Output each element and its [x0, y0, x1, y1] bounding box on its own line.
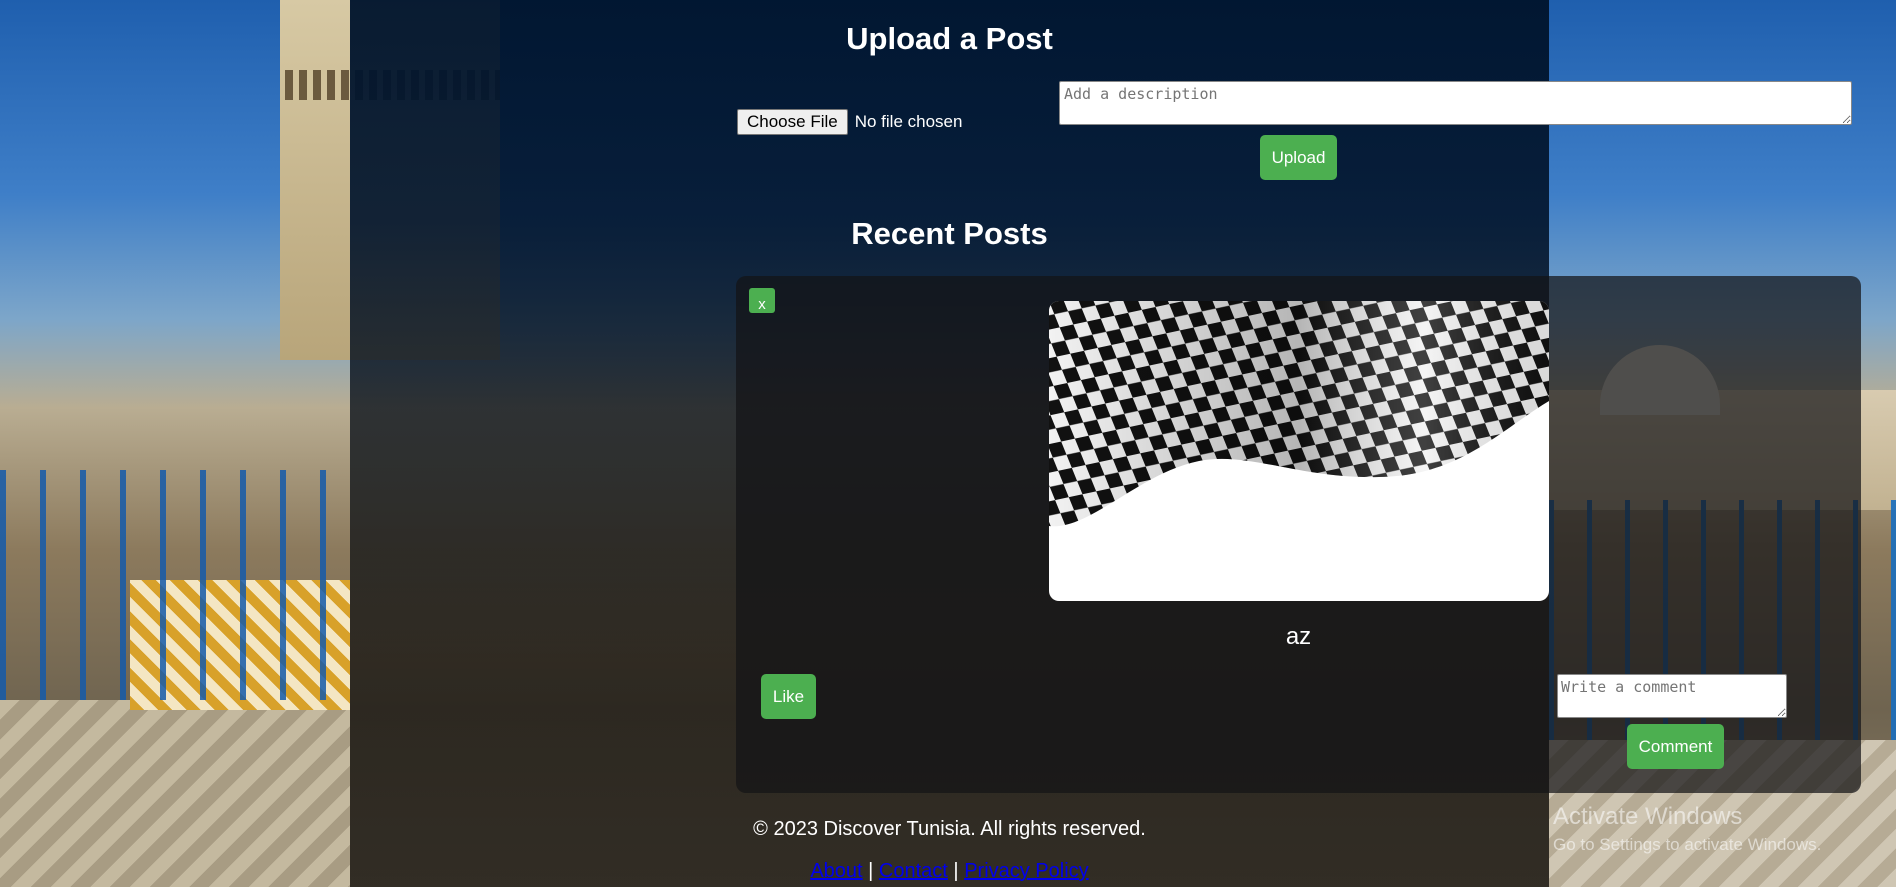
footer-link-about[interactable]: About	[810, 860, 862, 882]
checkered-flag-icon	[1049, 301, 1549, 527]
watermark-subtitle: Go to Settings to activate Windows.	[1553, 835, 1822, 854]
footer-copyright: © 2023 Discover Tunisia. All rights rese…	[753, 818, 1146, 840]
blue-railing-left	[0, 470, 350, 700]
choose-file-button[interactable]: Choose File	[737, 109, 848, 135]
comment-button[interactable]: Comment	[1627, 724, 1724, 769]
file-input[interactable]: Choose File No file chosen	[737, 109, 962, 135]
delete-post-button[interactable]: x	[749, 288, 775, 313]
like-button[interactable]: Like	[761, 674, 816, 719]
post-description: az	[1285, 623, 1312, 650]
upload-title: Upload a Post	[846, 21, 1053, 56]
post-card: x az Like Write a comment Comment	[736, 276, 1861, 793]
watermark-title: Activate Windows	[1553, 803, 1743, 830]
post-image	[1049, 301, 1549, 601]
footer-separator: |	[953, 860, 959, 882]
footer-separator: |	[868, 860, 874, 882]
recent-posts-title: Recent Posts	[851, 216, 1048, 251]
file-status-text: No file chosen	[854, 112, 963, 131]
comment-input[interactable]	[1557, 674, 1787, 718]
tiled-floor-left	[0, 700, 350, 887]
footer-link-privacy[interactable]: Privacy Policy	[964, 860, 1088, 882]
footer-link-contact[interactable]: Contact	[879, 860, 948, 882]
description-input[interactable]	[1059, 81, 1852, 125]
windows-activation-watermark: Activate Windows Go to Settings to activ…	[1553, 803, 1821, 855]
upload-button[interactable]: Upload	[1260, 135, 1337, 180]
main-panel: Upload a Post Choose File No file chosen…	[350, 0, 1861, 887]
footer-links: About | Contact | Privacy Policy	[350, 860, 1549, 883]
